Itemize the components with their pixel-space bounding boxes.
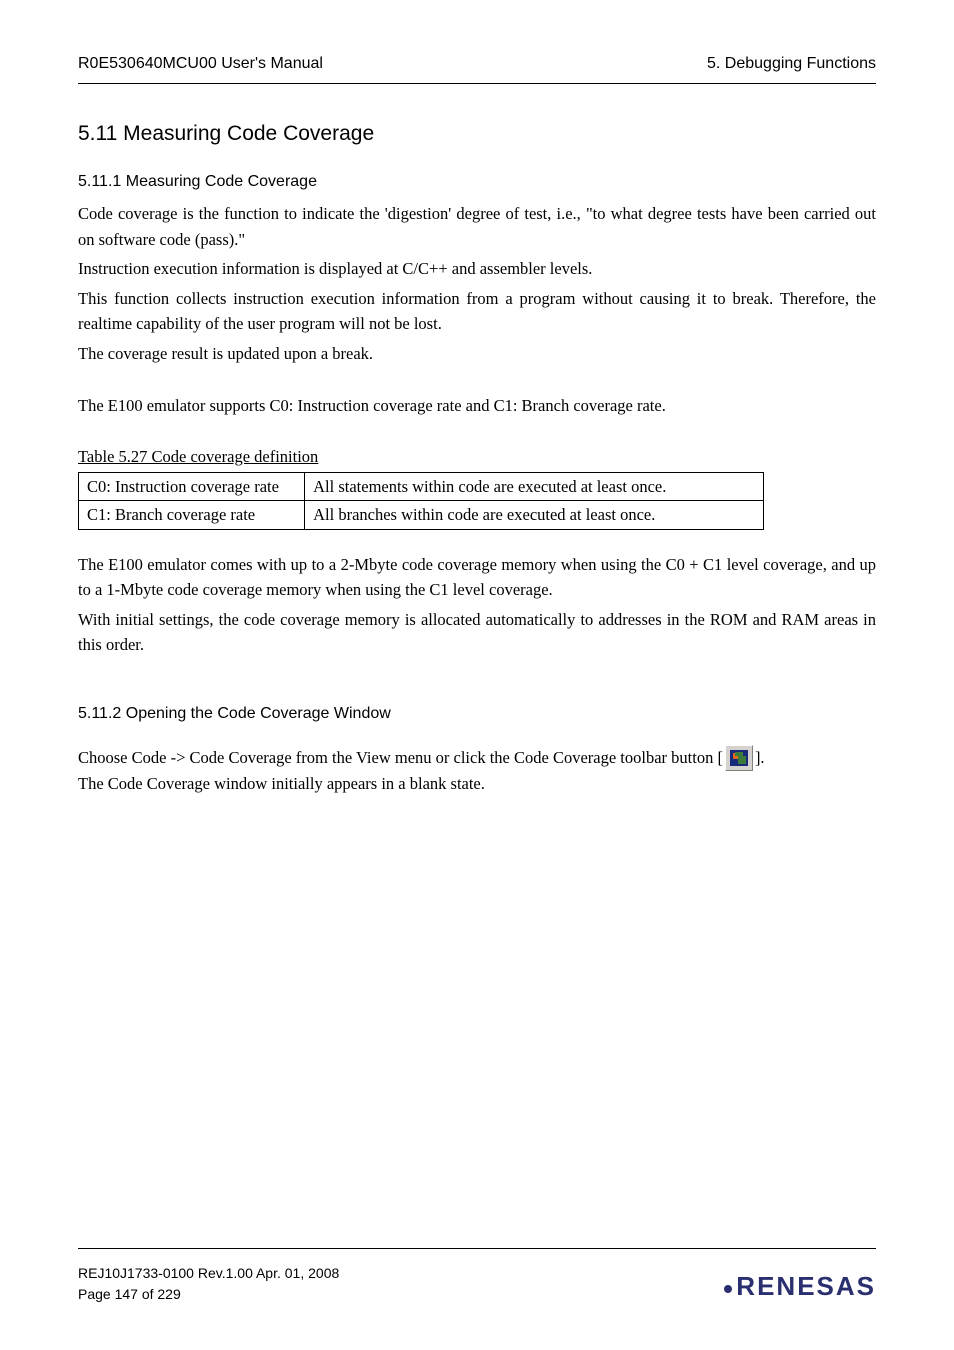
logo-dot-icon [724,1285,732,1293]
subsection-heading-1: 5.11.1 Measuring Code Coverage [78,170,876,195]
body-text: With initial settings, the code coverage… [78,607,876,658]
body-text: Choose Code -> Code Coverage from the Vi… [78,745,876,771]
body-text-pre: Choose Code -> Code Coverage from the Vi… [78,745,723,771]
footer-revision: REJ10J1733-0100 Rev.1.00 Apr. 01, 2008 [78,1263,339,1283]
section-heading: 5.11 Measuring Code Coverage [78,118,876,151]
body-text: Code coverage is the function to indicat… [78,201,876,252]
code-coverage-toolbar-icon[interactable] [725,745,753,771]
code-coverage-icon [730,750,748,766]
table-row: C1: Branch coverage rate All branches wi… [79,501,764,530]
body-text: The Code Coverage window initially appea… [78,771,876,797]
coverage-definition-table: C0: Instruction coverage rate All statem… [78,472,764,530]
footer-page-number: Page 147 of 229 [78,1284,339,1304]
body-text: Instruction execution information is dis… [78,256,876,282]
chapter-title: 5. Debugging Functions [707,52,876,77]
logo-text: RENESAS [736,1271,876,1302]
page-header: R0E530640MCU00 User's Manual 5. Debuggin… [78,52,876,84]
table-caption: Table 5.27 Code coverage definition [78,444,876,470]
body-text: The coverage result is updated upon a br… [78,341,876,367]
body-text-post: ]. [755,745,765,771]
table-row: C0: Instruction coverage rate All statem… [79,472,764,501]
body-text: The E100 emulator supports C0: Instructi… [78,393,876,419]
manual-title: R0E530640MCU00 User's Manual [78,52,323,77]
renesas-logo: RENESAS [724,1271,876,1302]
table-cell: All branches within code are executed at… [305,501,764,530]
page-footer: REJ10J1733-0100 Rev.1.00 Apr. 01, 2008 P… [78,1248,876,1304]
body-text: The E100 emulator comes with up to a 2-M… [78,552,876,603]
table-cell: C0: Instruction coverage rate [79,472,305,501]
table-cell: C1: Branch coverage rate [79,501,305,530]
subsection-heading-2: 5.11.2 Opening the Code Coverage Window [78,702,876,727]
table-cell: All statements within code are executed … [305,472,764,501]
body-text: This function collects instruction execu… [78,286,876,337]
